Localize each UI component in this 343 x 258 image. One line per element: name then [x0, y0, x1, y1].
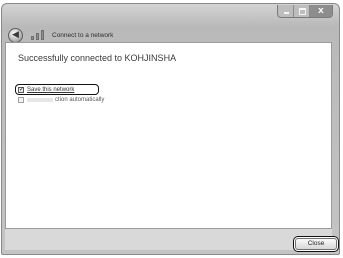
save-network-option[interactable]: ✓ Save this network [18, 87, 74, 93]
content-pane: Successfully connected to KOHJINSHA ✓ Sa… [5, 42, 332, 229]
start-connection-label: ction automatically [55, 97, 105, 103]
page-heading: Successfully connected to KOHJINSHA [18, 53, 177, 63]
title-bar: x ◀ Connect to a network [2, 4, 339, 46]
start-connection-option[interactable]: ction automatically [18, 97, 104, 103]
footer-bar [5, 229, 332, 250]
window-controls: x [277, 5, 333, 18]
network-icon [30, 29, 46, 41]
save-network-label: Save this network [27, 87, 75, 93]
back-button[interactable]: ◀ [8, 27, 23, 43]
close-button-label: Close [295, 238, 337, 250]
save-network-checkbox[interactable]: ✓ [18, 87, 24, 93]
close-button[interactable]: Close [293, 236, 339, 252]
nav-row: ◀ Connect to a network [8, 27, 113, 43]
start-connection-checkbox[interactable] [18, 97, 24, 103]
window-close-button[interactable]: x [309, 5, 332, 17]
minimize-button[interactable] [278, 5, 294, 17]
obscured-text [27, 98, 53, 102]
back-arrow-icon: ◀ [12, 29, 19, 40]
maximize-button[interactable] [294, 5, 310, 17]
window-title: Connect to a network [52, 31, 114, 39]
